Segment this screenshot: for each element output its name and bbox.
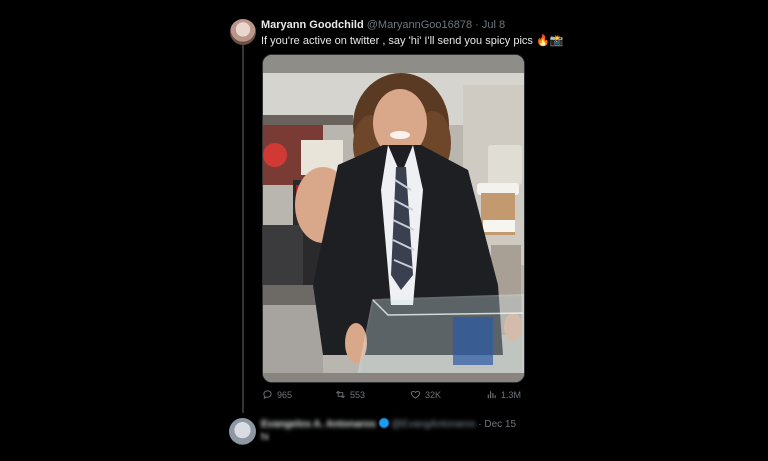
like-button[interactable]: 32K [410,389,441,400]
retweet-icon [336,390,345,399]
thread-connector-line [242,45,244,413]
reply-button[interactable]: 965 [262,389,292,400]
reply-author-handle[interactable]: @EvangAntonaros [391,419,475,430]
views-button[interactable]: 1.3M [486,389,521,400]
views-chart-icon [487,391,496,399]
tweet-header: Maryann Goodchild @MaryannGoo16878 · Jul… [261,19,505,31]
reply-author-avatar[interactable] [229,418,256,445]
retweet-count: 553 [350,389,366,400]
verified-badge-icon [378,418,389,428]
reply-author-name[interactable]: Evangelos A. Antonaros [261,419,376,430]
tweet-text: If you're active on twitter , say 'hi' I… [261,35,564,47]
reply-count: 965 [277,389,293,400]
header-separator: · [475,19,479,31]
like-count: 32K [425,389,442,400]
retweet-button[interactable]: 553 [335,389,365,400]
reply-date[interactable]: · Dec 15 [478,419,516,430]
photo-illustration [263,55,524,382]
reply-header: Evangelos A. Antonaros @EvangAntonaros ·… [261,418,516,430]
tweet-media-image[interactable] [262,54,525,383]
tweet-date[interactable]: Jul 8 [482,19,505,31]
author-name[interactable]: Maryann Goodchild [261,19,364,31]
author-avatar[interactable] [230,19,256,45]
heart-icon [410,390,421,399]
reply-text: hi [261,432,269,443]
reply-icon [263,390,272,400]
views-count: 1.3M [501,389,522,400]
author-handle[interactable]: @MaryannGoo16878 [367,19,472,31]
tweet-action-bar: 965 553 32K 1.3M [262,389,522,403]
